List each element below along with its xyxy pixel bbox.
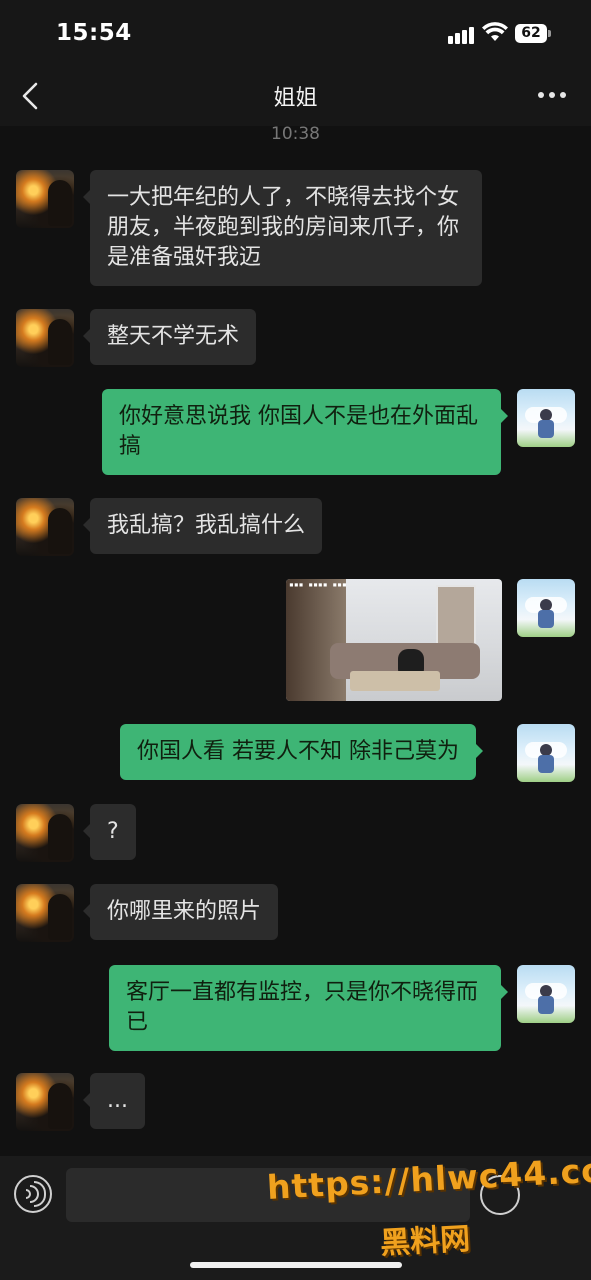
my-avatar[interactable] bbox=[517, 579, 575, 637]
incoming-message-bubble[interactable]: 一大把年纪的人了，不晓得去找个女朋友，半夜跑到我的房间来爪子，你是准备强奸我迈 bbox=[83, 170, 482, 286]
incoming-message-bubble[interactable]: 你哪里来的照片 bbox=[82, 884, 279, 940]
battery-icon: 62 bbox=[515, 24, 551, 44]
sister-avatar[interactable] bbox=[16, 884, 74, 942]
outgoing-message-bubble[interactable]: 你国人看 若要人不知 除非己莫为 bbox=[120, 724, 483, 780]
status-time: 15:54 bbox=[56, 20, 132, 46]
sister-avatar[interactable] bbox=[16, 498, 74, 556]
more-dots-icon[interactable] bbox=[536, 92, 568, 100]
chat-screen: 15:54 62 姐姐 10:38 一大把年纪的人了，不晓得去找个女朋友，半夜跑… bbox=[0, 0, 591, 1280]
camera-osd-overlay: ▪▪▪ ▪▪▪▪ ▪▪▪ bbox=[289, 580, 347, 589]
home-indicator[interactable] bbox=[190, 1262, 402, 1268]
outgoing-message-bubble[interactable]: 你好意思说我 你国人不是也在外面乱搞 bbox=[102, 389, 508, 475]
battery-level: 62 bbox=[521, 25, 541, 41]
status-bar: 15:54 62 bbox=[0, 0, 591, 66]
incoming-message-bubble[interactable]: 整天不学无术 bbox=[82, 309, 257, 365]
chat-title: 姐姐 bbox=[273, 86, 318, 111]
wifi-icon bbox=[482, 22, 508, 41]
nav-bar: 姐姐 bbox=[0, 66, 591, 126]
sister-avatar[interactable] bbox=[16, 1073, 74, 1131]
incoming-message-bubble[interactable]: ? bbox=[83, 804, 136, 860]
sister-avatar[interactable] bbox=[16, 170, 74, 228]
watermark-name: 黑料网 bbox=[379, 1221, 472, 1262]
message-timestamp: 10:38 bbox=[271, 124, 320, 144]
my-avatar[interactable] bbox=[517, 389, 575, 447]
outgoing-message-bubble[interactable]: 客厅一直都有监控，只是你不晓得而已 bbox=[109, 965, 508, 1051]
voice-icon[interactable] bbox=[14, 1175, 52, 1213]
my-avatar[interactable] bbox=[517, 724, 575, 782]
surveillance-photo-message[interactable]: ▪▪▪ ▪▪▪▪ ▪▪▪ bbox=[286, 579, 502, 701]
incoming-message-bubble[interactable]: ... bbox=[83, 1073, 145, 1129]
signal-icon bbox=[448, 24, 476, 44]
my-avatar[interactable] bbox=[517, 965, 575, 1023]
sister-avatar[interactable] bbox=[16, 804, 74, 862]
incoming-message-bubble[interactable]: 我乱搞？我乱搞什么 bbox=[82, 498, 323, 554]
sister-avatar[interactable] bbox=[16, 309, 74, 367]
